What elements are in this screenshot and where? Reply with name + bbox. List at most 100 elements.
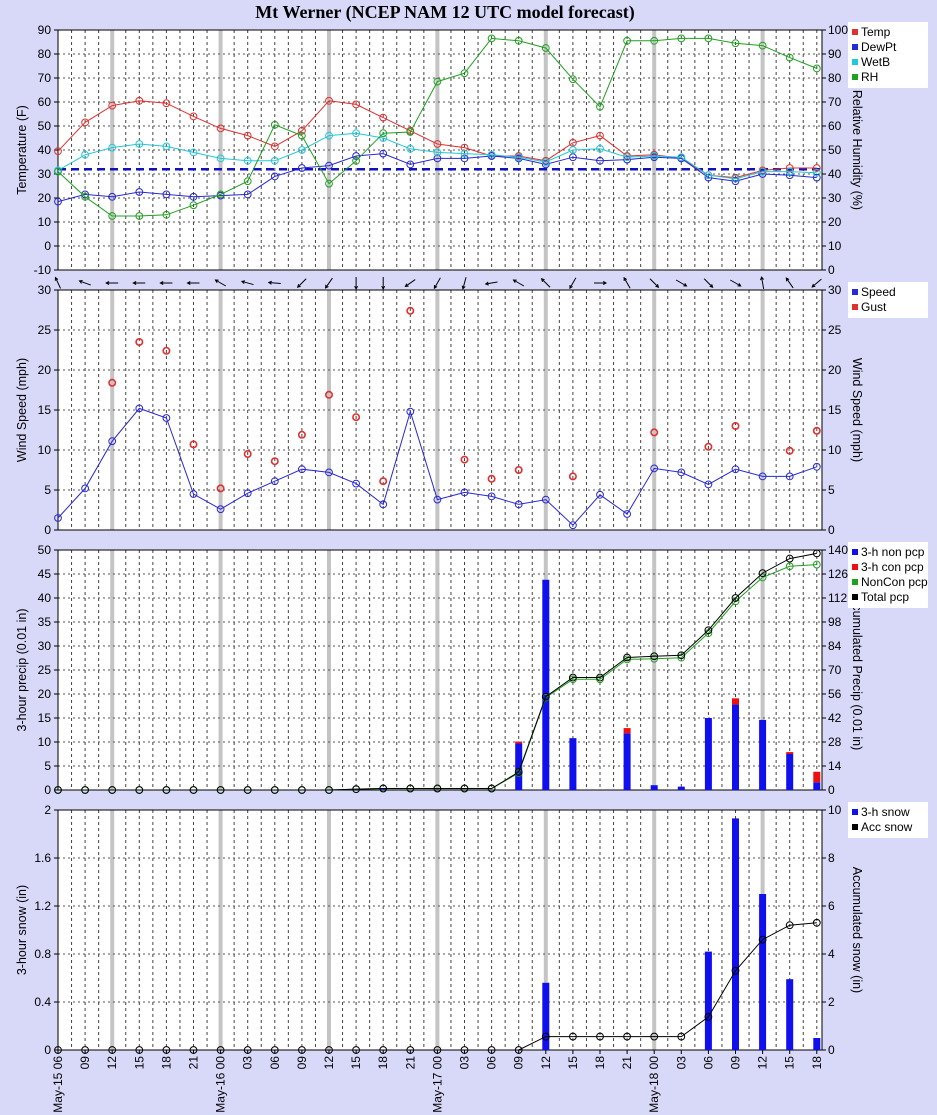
snow-3h-bar [732, 818, 739, 1050]
wind-direction-arrow [730, 279, 742, 287]
x-tick-label: 09 [512, 1056, 526, 1070]
wind-direction-arrow [105, 281, 119, 285]
panel-2-ytick-right-label: 15 [828, 403, 842, 417]
panel-3-ytick-right-label: 28 [828, 735, 842, 749]
panel-2-ytick-right-label: 25 [828, 323, 842, 337]
x-tick-label: 12 [756, 1056, 770, 1070]
panel-1-ytick-right-label: 90 [828, 47, 842, 61]
wind-arrow-shaft [811, 278, 822, 288]
panel-2-ytick-left-label: 0 [44, 523, 51, 537]
panel-3-ylabel-right: Accumulated Precip (0.01 in) [850, 590, 864, 751]
panel-2-ytick-left-label: 25 [38, 323, 52, 337]
panel-2-ylabel-right: Wind Speed (mph) [850, 358, 864, 462]
wind-arrow-shaft [513, 279, 525, 287]
wind-direction-arrow [159, 281, 173, 285]
legend-label-acc-snow: Acc snow [861, 820, 913, 834]
legend-swatch-gust [852, 304, 858, 310]
panel-4-ytick-left-label: 1.6 [34, 851, 51, 865]
wind-arrow-shaft [569, 277, 577, 289]
x-tick-label: 21 [187, 1056, 201, 1070]
wind-direction-arrow [760, 276, 765, 289]
panel-3-ytick-left-label: 5 [44, 759, 51, 773]
panel-3-ytick-right-label: 42 [828, 711, 842, 725]
panel-2-ytick-left-label: 10 [38, 443, 52, 457]
panel-4-ylabel-right: Accumulated snow (in) [850, 867, 864, 993]
wind-arrow-shaft [649, 278, 659, 288]
panel-4-ytick-right-label: 6 [828, 899, 835, 913]
wind-direction-arrow [594, 281, 608, 285]
precip-nonconvective-bar [379, 789, 387, 790]
x-tick-label: May-15 06 [51, 1056, 65, 1113]
panel-3-ytick-right-label: 70 [828, 663, 842, 677]
wind-arrow-shaft [730, 279, 741, 287]
panel-2-ytick-right-label: 20 [828, 363, 842, 377]
wind-direction-arrow [240, 280, 254, 286]
legend-label-speed: Speed [861, 285, 896, 299]
x-tick-label: 06 [701, 1056, 715, 1070]
precip-nonconvective-bar [704, 718, 712, 790]
panel-3-ytick-right-label: 0 [828, 783, 835, 797]
panel-1-ytick-left-label: 70 [38, 71, 52, 85]
legend-label-rh: RH [861, 70, 878, 84]
x-tick-label: 15 [783, 1056, 797, 1070]
wind-arrow-shaft [785, 277, 794, 289]
panel-1-ytick-right-label: 80 [828, 71, 842, 85]
x-tick-label: May-17 00 [430, 1056, 444, 1113]
panel-1-ytick-right-label: 70 [828, 95, 842, 109]
x-tick-label: 03 [458, 1056, 472, 1070]
legend-label-3-h-snow: 3-h snow [861, 805, 910, 819]
panel-3-ytick-left-label: 40 [38, 591, 52, 605]
x-tick-label: 21 [620, 1056, 634, 1070]
wind-direction-arrow [675, 279, 688, 287]
wind-direction-arrow [214, 279, 227, 287]
forecast-figure: Mt Werner (NCEP NAM 12 UTC model forecas… [0, 0, 937, 1115]
legend-swatch-wetb [852, 59, 858, 65]
x-tick-label: 09 [78, 1056, 92, 1070]
wind-direction-arrow [381, 277, 386, 291]
x-tick-label: May-16 00 [214, 1056, 228, 1113]
panel-3-ytick-left-label: 30 [38, 639, 52, 653]
precip-convective-bar [623, 728, 631, 734]
panel-1-ytick-right-label: 60 [828, 119, 842, 133]
panel-1-ytick-left-label: 0 [44, 239, 51, 253]
wind-direction-arrow [267, 280, 281, 285]
wind-direction-arrow [404, 279, 416, 287]
x-tick-label: 12 [539, 1056, 553, 1070]
x-tick-label: May-18 00 [647, 1056, 661, 1113]
panel-4-ytick-right-label: 0 [828, 1043, 835, 1057]
wind-direction-arrow [325, 277, 333, 289]
precip-convective-bar [813, 771, 821, 783]
panel-2-ytick-right-label: 10 [828, 443, 842, 457]
legend-swatch-total-pcp [852, 594, 858, 600]
legend-swatch-temp [852, 29, 858, 35]
panel-3-ytick-left-label: 35 [38, 615, 52, 629]
precip-nonconvective-bar [677, 786, 685, 790]
precip-nonconvective-bar [650, 785, 658, 790]
wind-arrow-shaft [433, 277, 441, 289]
wind-direction-arrow [540, 278, 551, 288]
legend-swatch-rh [852, 74, 858, 80]
legend-swatch-noncon-pcp [852, 579, 858, 585]
wind-arrow-shaft [703, 278, 713, 288]
wind-direction-arrow [512, 279, 525, 287]
panel-2-ytick-left-label: 20 [38, 363, 52, 377]
wind-direction-arrow [703, 278, 714, 288]
panel-3-ytick-right-label: 14 [828, 759, 842, 773]
panel-1-ytick-right-label: 0 [828, 263, 835, 277]
panel-1-ytick-left-label: 60 [38, 95, 52, 109]
x-tick-label: 06 [485, 1056, 499, 1070]
legend-label-wetb: WetB [861, 55, 890, 69]
legend-swatch-speed [852, 289, 858, 295]
precip-nonconvective-bar [569, 738, 577, 790]
panel-3-ytick-right-label: 84 [828, 639, 842, 653]
precip-nonconvective-bar [813, 782, 821, 790]
wind-direction-arrow [461, 277, 467, 290]
x-tick-label: 09 [729, 1056, 743, 1070]
x-tick-label: 21 [403, 1056, 417, 1070]
panel-3-ytick-right-label: 56 [828, 687, 842, 701]
wind-arrow-shaft [405, 279, 416, 287]
legend-swatch-acc-snow [852, 824, 858, 830]
panel-3-ylabel-left: 3-hour precip (0.01 in) [15, 609, 29, 732]
wind-direction-arrow [433, 277, 441, 290]
panel-2-ytick-right-label: 0 [828, 523, 835, 537]
